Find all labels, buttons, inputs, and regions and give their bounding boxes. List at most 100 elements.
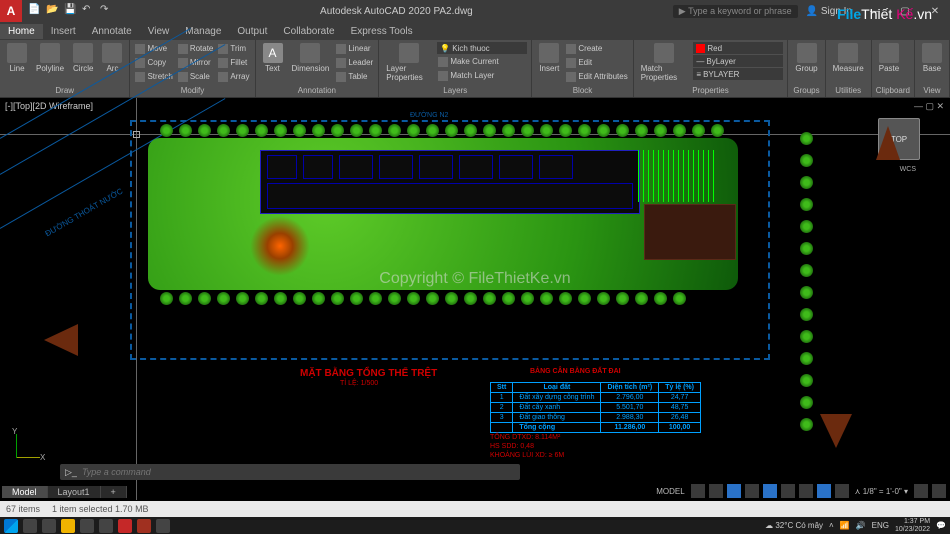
th: Diện tích (m²) — [601, 383, 659, 393]
qat-new-icon[interactable]: 📄 — [28, 4, 42, 18]
table-button[interactable]: Table — [335, 70, 374, 83]
tab-express[interactable]: Express Tools — [343, 24, 421, 39]
arc-button[interactable]: Arc — [99, 42, 125, 74]
qat-undo-icon[interactable]: ↶ — [82, 4, 96, 18]
search-icon[interactable] — [23, 519, 37, 533]
tab-output[interactable]: Output — [229, 24, 275, 39]
osnap-toggle[interactable] — [763, 484, 777, 498]
line-button[interactable]: Line — [4, 42, 30, 74]
panel-view: Base View — [915, 40, 950, 97]
group-button[interactable]: Group — [792, 42, 820, 74]
lineweight-dropdown[interactable]: ≡BYLAYER — [693, 68, 783, 80]
polyline-button[interactable]: Polyline — [33, 42, 67, 74]
tree-row-bottom — [160, 292, 686, 305]
status-model[interactable]: MODEL — [654, 487, 686, 496]
match-properties-button[interactable]: Match Properties — [638, 42, 691, 83]
tray-chevron-icon[interactable]: ˄ — [829, 521, 834, 530]
drawing-note: HS SDD: 0,48 — [490, 443, 534, 450]
make-current-button[interactable]: Make Current — [437, 55, 527, 68]
panel-block: Insert Create Edit Edit Attributes Block — [532, 40, 633, 97]
qp-toggle[interactable] — [835, 484, 849, 498]
keyword-search[interactable]: ▶ Type a keyword or phrase — [673, 5, 798, 18]
clean-screen[interactable] — [932, 484, 946, 498]
linetype-dropdown[interactable]: —ByLayer — [693, 55, 783, 67]
system-clock[interactable]: 1:37 PM10/23/2022 — [895, 518, 930, 534]
measure-button[interactable]: Measure — [830, 42, 867, 74]
color-dropdown[interactable]: Red — [693, 42, 783, 54]
panel-utilities: Measure Utilities — [826, 40, 872, 97]
volume-icon[interactable]: 🔊 — [856, 521, 866, 530]
panel-title: Groups — [792, 85, 820, 95]
brown-plot — [644, 204, 736, 260]
tab-annotate[interactable]: Annotate — [84, 24, 140, 39]
watermark-logo: FileThiết Kế.vn — [837, 6, 932, 22]
view-controls[interactable]: — ▢ ✕ — [914, 101, 944, 112]
app-logo[interactable]: A — [0, 0, 22, 22]
circle-plaza — [250, 216, 310, 276]
scale-button[interactable]: Scale — [177, 70, 215, 83]
leader-button[interactable]: Leader — [335, 56, 374, 69]
qat-redo-icon[interactable]: ↷ — [100, 4, 114, 18]
polar-toggle[interactable] — [745, 484, 759, 498]
dimension-button[interactable]: Dimension — [289, 42, 333, 74]
weather-widget[interactable]: ☁ 32°C Có mây — [765, 521, 823, 530]
circle-button[interactable]: Circle — [70, 42, 96, 74]
notifications-icon[interactable]: 💬 — [936, 521, 946, 530]
workspace-switch[interactable] — [914, 484, 928, 498]
arrow-up-icon — [876, 126, 900, 160]
tab-layout1[interactable]: Layout1 — [48, 486, 101, 498]
ucs-icon[interactable]: XY — [10, 430, 44, 464]
sketchup-icon[interactable] — [137, 519, 151, 533]
app-icon[interactable] — [156, 519, 170, 533]
edit-block-button[interactable]: Edit — [565, 56, 628, 69]
ribbon-tabs: Home Insert Annotate View Manage Output … — [0, 22, 950, 40]
lwt-toggle[interactable] — [799, 484, 813, 498]
fillet-button[interactable]: Fillet — [217, 56, 250, 69]
create-block-button[interactable]: Create — [565, 42, 628, 55]
trim-button[interactable]: Trim — [217, 42, 250, 55]
current-layer-dropdown[interactable]: 💡Kich thuoc — [437, 42, 527, 54]
site-plan: ĐƯỜNG N2 — [130, 120, 770, 360]
dyn-toggle[interactable] — [817, 484, 831, 498]
drawing-viewport[interactable]: [-][Top][2D Wireframe] — ▢ ✕ TOP WCS ĐƯỜ… — [0, 98, 950, 500]
paste-button[interactable]: Paste — [876, 42, 902, 74]
command-input[interactable] — [82, 467, 520, 477]
task-view-icon[interactable] — [42, 519, 56, 533]
ribbon: Line Polyline Circle Arc Draw Move Copy … — [0, 40, 950, 98]
explorer-icon[interactable] — [61, 519, 75, 533]
otrack-toggle[interactable] — [781, 484, 795, 498]
panel-annotation: AText Dimension Linear Leader Table Anno… — [256, 40, 380, 97]
layer-properties-button[interactable]: Layer Properties — [383, 42, 434, 83]
array-button[interactable]: Array — [217, 70, 250, 83]
tab-insert[interactable]: Insert — [43, 24, 84, 39]
add-layout-button[interactable]: + — [101, 486, 127, 498]
network-icon[interactable]: 📶 — [840, 521, 850, 530]
settings-icon[interactable] — [99, 519, 113, 533]
autocad-icon[interactable] — [118, 519, 132, 533]
tab-home[interactable]: Home — [0, 24, 43, 39]
insert-button[interactable]: Insert — [536, 42, 562, 74]
wcs-label[interactable]: WCS — [900, 166, 916, 173]
qat-open-icon[interactable]: 📂 — [46, 4, 60, 18]
command-line[interactable]: ▷_ — [60, 464, 520, 480]
edit-attributes-button[interactable]: Edit Attributes — [565, 70, 628, 83]
start-button[interactable] — [4, 519, 18, 533]
base-button[interactable]: Base — [919, 42, 945, 74]
anno-scale[interactable]: ⋏ 1/8" = 1'-0" ▾ — [853, 487, 910, 496]
status-bar: MODEL ⋏ 1/8" = 1'-0" ▾ — [654, 484, 946, 498]
tab-collaborate[interactable]: Collaborate — [275, 24, 342, 39]
taskbar: ☁ 32°C Có mây ˄ 📶 🔊 ENG 1:37 PM10/23/202… — [0, 517, 950, 534]
th: Loại đất — [513, 383, 601, 393]
match-layer-button[interactable]: Match Layer — [437, 69, 527, 82]
tab-view[interactable]: View — [140, 24, 178, 39]
text-button[interactable]: AText — [260, 42, 286, 74]
qat-save-icon[interactable]: 💾 — [64, 4, 78, 18]
linear-button[interactable]: Linear — [335, 42, 374, 55]
grid-toggle[interactable] — [691, 484, 705, 498]
land-balance-table: Stt Loại đất Diện tích (m²) Tỷ lệ (%) 1Đ… — [490, 382, 701, 433]
language-indicator[interactable]: ENG — [872, 521, 889, 530]
tab-model[interactable]: Model — [2, 486, 48, 498]
snap-toggle[interactable] — [709, 484, 723, 498]
ortho-toggle[interactable] — [727, 484, 741, 498]
chrome-icon[interactable] — [80, 519, 94, 533]
